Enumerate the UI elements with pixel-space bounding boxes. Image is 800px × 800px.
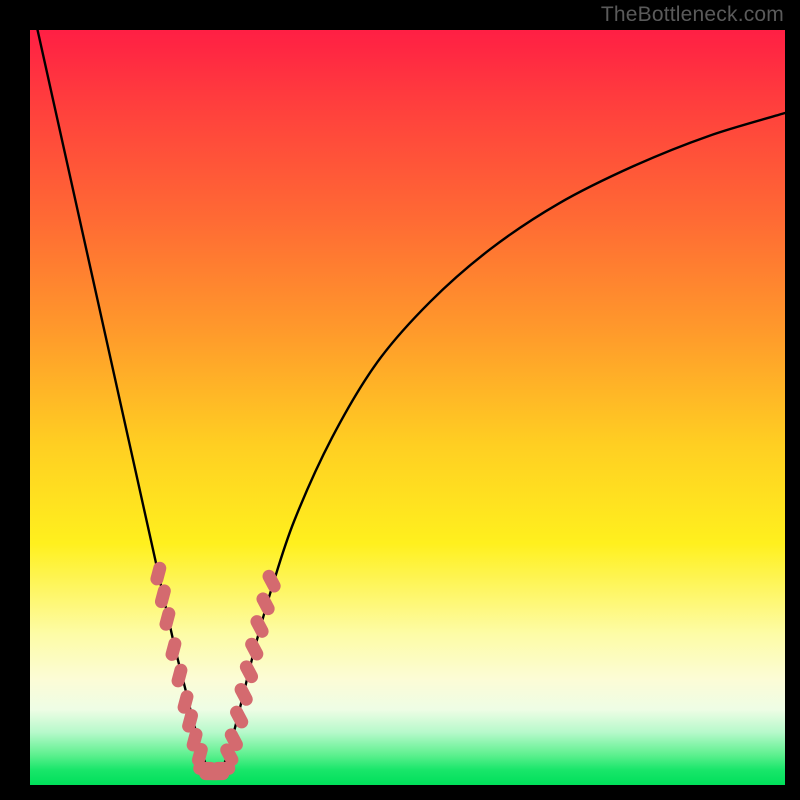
watermark-label: TheBottleneck.com	[601, 3, 784, 27]
data-marker	[241, 690, 246, 700]
data-marker	[193, 734, 196, 745]
data-marker	[157, 568, 160, 579]
data-marker	[263, 599, 268, 609]
data-marker	[189, 716, 192, 727]
data-marker	[178, 670, 181, 681]
data-marker	[172, 644, 175, 655]
data-marker	[166, 614, 169, 625]
marker-group	[157, 568, 274, 773]
data-marker	[198, 749, 201, 760]
data-marker	[269, 576, 274, 586]
data-marker	[184, 697, 187, 708]
data-marker	[252, 644, 257, 654]
chart-frame: TheBottleneck.com	[0, 0, 800, 800]
data-marker	[227, 750, 232, 760]
bottleneck-curve	[38, 30, 785, 776]
data-marker	[237, 712, 242, 722]
data-marker	[246, 667, 251, 677]
plot-area	[30, 30, 785, 785]
data-marker	[257, 622, 262, 632]
curve-layer	[30, 30, 785, 785]
data-marker	[231, 735, 236, 745]
data-marker	[161, 591, 164, 602]
